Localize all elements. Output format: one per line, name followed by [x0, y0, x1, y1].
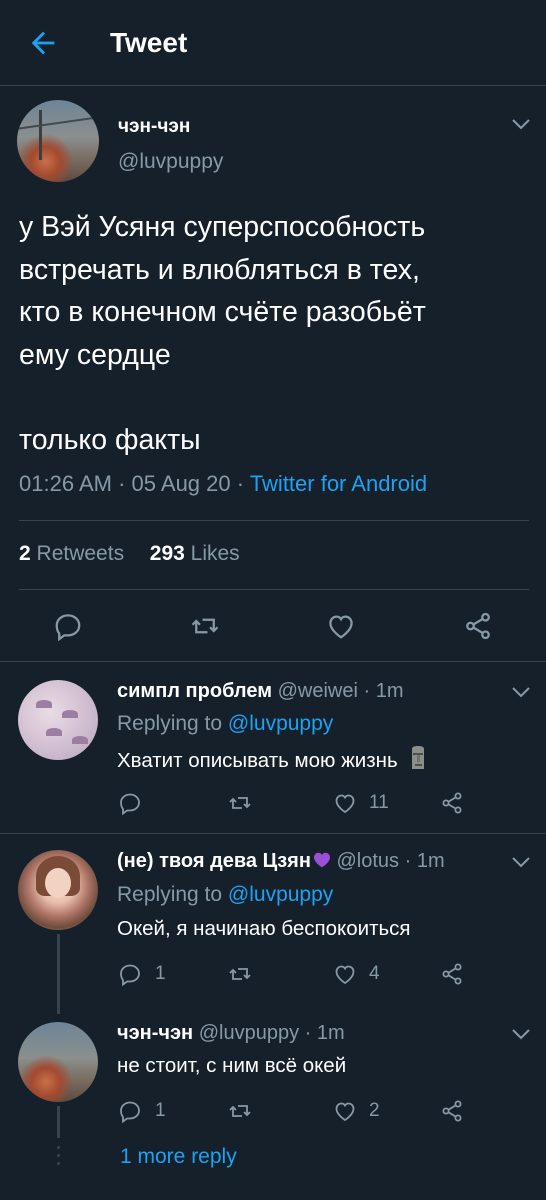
reply-icon[interactable]	[118, 791, 142, 815]
thread-line	[57, 1106, 60, 1138]
replying-to-line: Replying to @luvpuppy	[117, 712, 333, 736]
retweets-count: 2	[19, 542, 31, 565]
divider	[0, 833, 546, 834]
replying-to-label: Replying to	[117, 712, 223, 735]
thread-dot	[57, 1154, 60, 1157]
share-icon[interactable]	[440, 791, 464, 815]
reply-avatar[interactable]	[18, 1022, 98, 1102]
heart-icon[interactable]	[326, 611, 356, 641]
author-name[interactable]: чэн-чэн	[118, 116, 190, 138]
heart-icon[interactable]	[333, 962, 357, 986]
replying-to-link[interactable]: @luvpuppy	[228, 883, 333, 906]
reply-author-handle[interactable]: @luvpuppy	[199, 1022, 299, 1044]
reply-icon[interactable]	[118, 962, 142, 986]
reply-text-line: Хватит описывать мою жизнь	[117, 745, 427, 773]
like-count: 11	[369, 792, 389, 813]
reply-header: (не) твоя дева Цзян @lotus · 1m	[117, 850, 445, 873]
retweet-icon[interactable]	[228, 791, 252, 815]
replying-to-link[interactable]: @luvpuppy	[228, 712, 333, 735]
chevron-down-icon[interactable]	[510, 685, 532, 699]
back-arrow-icon[interactable]	[26, 26, 60, 60]
retweets-stat[interactable]: 2 Retweets	[19, 542, 130, 565]
divider	[19, 589, 529, 590]
divider	[0, 661, 546, 662]
author-handle[interactable]: @luvpuppy	[118, 150, 223, 174]
reply-text: Окей, я начинаю беспокоиться	[117, 917, 411, 940]
likes-stat[interactable]: 293 Likes	[150, 542, 240, 565]
replying-to-label: Replying to	[117, 883, 223, 906]
thread-line	[57, 934, 60, 1014]
retweets-label: Retweets	[36, 542, 125, 565]
reply-author-name[interactable]: симпл проблем	[117, 680, 272, 702]
thread-dot	[57, 1146, 60, 1149]
reply-icon[interactable]	[118, 1099, 142, 1123]
tweet-source-link[interactable]: Twitter for Android	[250, 471, 427, 496]
tweet-text: у Вэй Усяня суперспособность встречать и…	[19, 211, 426, 456]
reply-time: 1m	[316, 1022, 345, 1044]
tweet-date: 05 Aug 20	[131, 471, 231, 496]
reply-count: 1	[155, 1100, 166, 1121]
moai-emoji-icon	[412, 746, 425, 769]
likes-label: Likes	[190, 542, 240, 565]
reply-time: 1m	[416, 850, 445, 872]
retweet-icon[interactable]	[228, 1099, 252, 1123]
like-count: 4	[369, 963, 380, 984]
reply-header: симпл проблем @weiwei · 1m	[117, 680, 404, 703]
chevron-down-icon[interactable]	[510, 1027, 532, 1041]
chevron-down-icon[interactable]	[510, 117, 532, 131]
page-title: Tweet	[110, 27, 188, 58]
reply-author-handle[interactable]: @weiwei	[278, 680, 358, 702]
thread-dot	[57, 1162, 60, 1165]
share-icon[interactable]	[440, 962, 464, 986]
reply-author-handle[interactable]: @lotus	[336, 850, 399, 872]
reply-text: Хватит описывать мою жизнь	[117, 749, 398, 772]
retweet-icon[interactable]	[190, 611, 220, 641]
reply-icon[interactable]	[53, 611, 83, 641]
share-icon[interactable]	[463, 611, 493, 641]
reply-header: чэн-чэн @luvpuppy · 1m	[117, 1022, 345, 1045]
app-header: Tweet	[0, 0, 546, 86]
chevron-down-icon[interactable]	[510, 855, 532, 869]
reply-author-name[interactable]: чэн-чэн	[117, 1022, 193, 1044]
reply-avatar[interactable]	[18, 680, 98, 760]
meta-separator: ·	[118, 471, 126, 496]
meta-separator: ·	[404, 850, 412, 872]
reply-time: 1m	[375, 680, 404, 702]
more-replies-link[interactable]: 1 more reply	[120, 1145, 237, 1169]
reply-author-name[interactable]: (не) твоя дева Цзян	[117, 850, 311, 872]
meta-separator: ·	[236, 471, 245, 496]
like-count: 2	[369, 1100, 380, 1121]
divider	[19, 520, 529, 521]
meta-separator: ·	[304, 1022, 312, 1044]
purple-heart-icon	[313, 852, 330, 868]
share-icon[interactable]	[440, 1099, 464, 1123]
heart-icon[interactable]	[333, 791, 357, 815]
likes-count: 293	[149, 542, 185, 565]
replying-to-line: Replying to @luvpuppy	[117, 883, 333, 907]
reply-text: не стоит, с ним всё окей	[117, 1054, 347, 1077]
reply-avatar[interactable]	[18, 850, 98, 930]
tweet-time: 01:26 AM	[19, 471, 112, 496]
retweet-icon[interactable]	[228, 962, 252, 986]
heart-icon[interactable]	[333, 1099, 357, 1123]
tweet-meta: 01:26 AM · 05 Aug 20 · Twitter for Andro…	[19, 471, 427, 497]
tweet-stats: 2 Retweets 293 Likes	[19, 542, 240, 566]
author-avatar[interactable]	[17, 100, 99, 182]
meta-separator: ·	[363, 680, 371, 702]
reply-count: 1	[155, 963, 166, 984]
